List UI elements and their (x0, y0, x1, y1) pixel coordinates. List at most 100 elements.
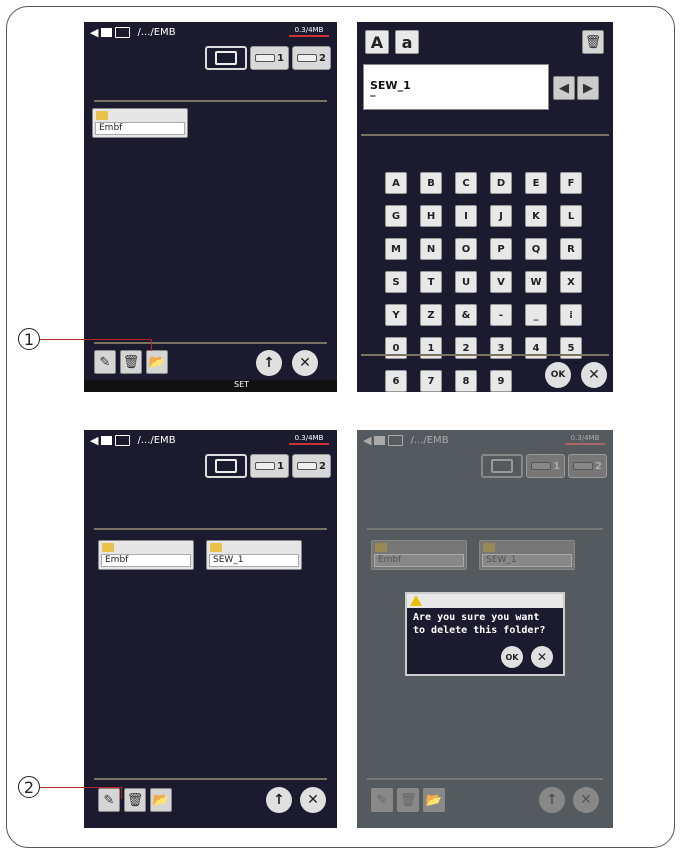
key[interactable]: U (455, 271, 477, 293)
close-button[interactable]: ✕ (300, 787, 326, 813)
key[interactable]: M (385, 238, 407, 260)
arrow-right-icon: ▶ (583, 80, 593, 96)
key[interactable]: 6 (385, 370, 407, 392)
key[interactable]: & (455, 304, 477, 326)
pencil-icon: ✎ (376, 792, 388, 808)
divider (361, 134, 609, 136)
up-level-button[interactable]: ↑ (256, 350, 282, 376)
folder-name: Embf (95, 122, 185, 135)
up-level-button[interactable]: ↑ (266, 787, 292, 813)
close-button[interactable]: ✕ (292, 350, 318, 376)
key[interactable]: _ (525, 304, 547, 326)
key[interactable]: K (525, 205, 547, 227)
key[interactable]: - (490, 304, 512, 326)
key[interactable]: X (560, 271, 582, 293)
tab-usb-2[interactable]: 2 (292, 454, 331, 478)
key[interactable]: I (455, 205, 477, 227)
input-cursor: _ (370, 84, 376, 97)
tab-usb-1[interactable]: 1 (250, 46, 290, 70)
new-folder-button[interactable]: 📂 (150, 788, 172, 812)
rename-button[interactable]: ✎ (94, 350, 116, 374)
tab-machine-memory[interactable] (205, 46, 248, 70)
cancel-button[interactable]: ✕ (531, 646, 553, 668)
ok-button[interactable]: OK (545, 362, 571, 388)
pencil-icon: ✎ (99, 354, 111, 370)
key[interactable]: B (420, 172, 442, 194)
key[interactable]: Y (385, 304, 407, 326)
key[interactable]: H (420, 205, 442, 227)
folder-icon (374, 435, 386, 445)
folder-item[interactable]: SEW_1 (206, 540, 302, 570)
back-arrow-icon[interactable]: ◀ (90, 434, 98, 447)
key[interactable]: N (420, 238, 442, 260)
path-label: /.../EMB (137, 26, 176, 38)
divider (94, 342, 327, 344)
key[interactable]: L (560, 205, 582, 227)
folder-icon (375, 543, 387, 552)
key[interactable]: ⁞ (560, 304, 582, 326)
device-tabs: 1 2 (481, 454, 607, 478)
key[interactable]: G (385, 205, 407, 227)
key[interactable]: W (525, 271, 547, 293)
tab-usb-1[interactable]: 1 (250, 454, 290, 478)
tab-machine-memory[interactable] (205, 454, 248, 478)
name-input-field[interactable]: SEW_1 _ (363, 64, 549, 110)
key[interactable]: 7 (420, 370, 442, 392)
new-folder-button[interactable]: 📂 (146, 350, 168, 374)
clear-button[interactable]: 🗑 (582, 30, 604, 54)
ok-button[interactable]: OK (501, 646, 523, 668)
key[interactable]: C (455, 172, 477, 194)
cursor-left-button[interactable]: ◀ (553, 76, 575, 100)
delete-button[interactable]: 🗑 (124, 788, 146, 812)
key[interactable]: D (490, 172, 512, 194)
key[interactable]: J (490, 205, 512, 227)
key[interactable]: 9 (490, 370, 512, 392)
trash-icon: 🗑 (584, 34, 602, 50)
folder-item[interactable]: Embf (98, 540, 194, 570)
cancel-button[interactable]: ✕ (581, 362, 607, 388)
divider (367, 528, 603, 530)
divider (94, 778, 327, 780)
key[interactable]: Z (420, 304, 442, 326)
warning-icon (410, 595, 422, 606)
delete-button: 🗑 (397, 788, 419, 812)
uppercase-button[interactable]: A (365, 30, 389, 54)
key[interactable]: O (455, 238, 477, 260)
dialog-header (407, 594, 563, 608)
memory-indicator: 0.3/4MB (289, 26, 329, 37)
key[interactable]: Q (525, 238, 547, 260)
cursor-right-button[interactable]: ▶ (577, 76, 599, 100)
folder-icon (101, 27, 113, 37)
tab-usb-2[interactable]: 2 (292, 46, 331, 70)
key[interactable]: T (420, 271, 442, 293)
callout-line-1 (40, 339, 152, 340)
key[interactable]: R (560, 238, 582, 260)
new-folder-button: 📂 (423, 788, 445, 812)
key[interactable]: E (525, 172, 547, 194)
folder-icon (483, 543, 495, 552)
lowercase-button[interactable]: a (395, 30, 419, 54)
callout-2: 2 (18, 776, 40, 798)
file-browser-screen-1: ◀ /.../EMB 0.3/4MB 1 2 Embf ✎ 🗑 📂 ↑ ✕ SE… (84, 22, 337, 392)
rename-button: ✎ (371, 788, 393, 812)
key[interactable]: F (560, 172, 582, 194)
rename-button[interactable]: ✎ (98, 788, 120, 812)
memory-indicator: 0.3/4MB (565, 434, 605, 445)
back-arrow-icon[interactable]: ◀ (90, 26, 98, 39)
folder-item[interactable]: Embf (92, 108, 188, 138)
usb-icon (255, 54, 276, 62)
folder-name: Embf (101, 554, 191, 567)
key[interactable]: V (490, 271, 512, 293)
key[interactable]: P (490, 238, 512, 260)
device-tabs: 1 2 (205, 454, 331, 478)
key[interactable]: A (385, 172, 407, 194)
path-label: /.../EMB (137, 434, 176, 446)
key[interactable]: S (385, 271, 407, 293)
key[interactable]: 8 (455, 370, 477, 392)
callout-1: 1 (18, 328, 40, 350)
delete-confirm-screen: ◀ /.../EMB 0.3/4MB 1 2 Embf SEW_1 Are yo… (357, 430, 613, 828)
machine-icon (388, 434, 404, 446)
callout-line-1-vertical (151, 339, 152, 351)
delete-button[interactable]: 🗑 (120, 350, 142, 374)
machine-memory-icon (215, 51, 238, 65)
